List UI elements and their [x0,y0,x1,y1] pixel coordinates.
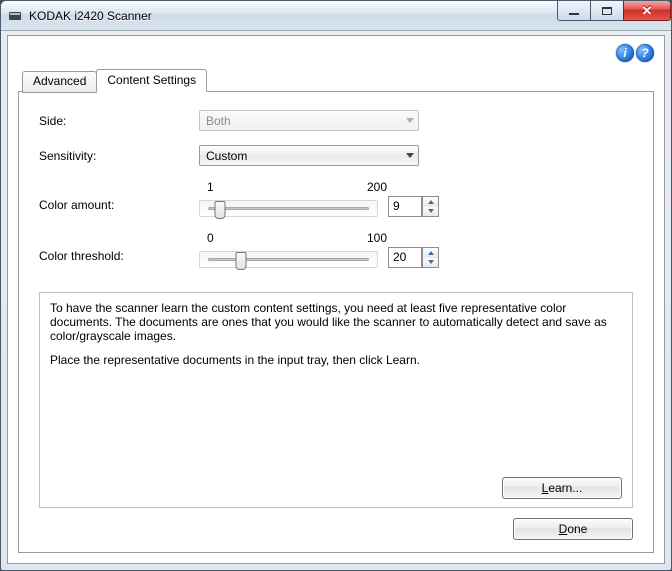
color-threshold-label: Color threshold: [39,231,199,263]
sensitivity-label: Sensitivity: [39,149,199,163]
titlebar: KODAK i2420 Scanner ✕ [1,1,671,31]
sensitivity-row: Sensitivity: Custom [39,145,633,166]
side-label: Side: [39,114,199,128]
spinner-down-icon[interactable] [423,207,438,217]
side-combo-value: Both [206,114,231,128]
help-icons: i ? [616,44,654,62]
spinner-up-icon[interactable] [423,248,438,258]
sensitivity-combo-value: Custom [206,149,247,163]
color-threshold-row: Color threshold: 0 100 [39,231,633,268]
learn-info-para1: To have the scanner learn the custom con… [50,301,622,343]
side-row: Side: Both [39,110,633,131]
scanner-dialog: KODAK i2420 Scanner ✕ i ? Advanced Conte… [0,0,672,571]
side-combo: Both [199,110,419,131]
learn-button[interactable]: Learn... [502,477,622,499]
learn-info-box: To have the scanner learn the custom con… [39,292,633,508]
sensitivity-combo[interactable]: Custom [199,145,419,166]
color-threshold-min: 0 [207,231,214,245]
color-amount-value[interactable]: 9 [388,196,422,217]
info-icon[interactable]: i [616,44,634,62]
color-amount-min: 1 [207,180,214,194]
tab-content-settings[interactable]: Content Settings [96,69,207,92]
maximize-button[interactable] [590,1,624,21]
help-icon[interactable]: ? [636,44,654,62]
color-threshold-max: 100 [367,231,387,245]
window-title: KODAK i2420 Scanner [29,9,152,23]
learn-info-para2: Place the representative documents in th… [50,353,622,367]
done-button[interactable]: Done [513,518,633,540]
client-area: i ? Advanced Content Settings Side: Both… [7,35,665,564]
color-amount-spinner[interactable] [422,196,439,217]
spinner-up-icon[interactable] [423,197,438,207]
minimize-button[interactable] [557,1,591,21]
chevron-down-icon [406,118,414,123]
color-threshold-thumb[interactable] [235,252,246,270]
tab-strip: Advanced Content Settings [18,68,654,91]
color-threshold-spinner[interactable] [422,247,439,268]
color-amount-slider[interactable] [199,200,378,217]
chevron-down-icon [406,153,414,158]
color-amount-label: Color amount: [39,180,199,212]
window-controls: ✕ [558,1,671,21]
tab-advanced[interactable]: Advanced [22,71,97,93]
color-threshold-value[interactable]: 20 [388,247,422,268]
color-amount-thumb[interactable] [215,201,226,219]
dialog-footer: Done [39,508,633,540]
close-button[interactable]: ✕ [623,1,671,21]
app-icon [7,8,23,24]
spinner-down-icon[interactable] [423,258,438,268]
color-threshold-slider[interactable] [199,251,378,268]
color-amount-row: Color amount: 1 200 [39,180,633,217]
content-settings-panel: Side: Both Sensitivity: Custom [18,91,654,553]
color-amount-max: 200 [367,180,387,194]
